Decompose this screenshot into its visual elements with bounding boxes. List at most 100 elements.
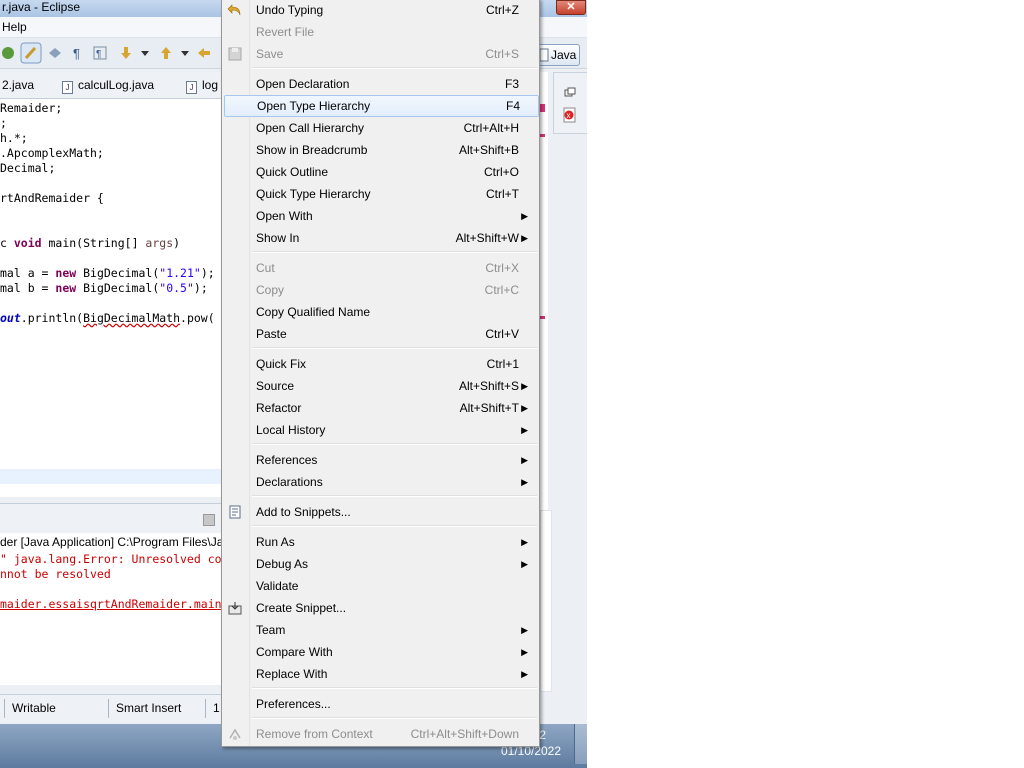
submenu-arrow-icon: ▶ <box>521 233 528 243</box>
menu-item-validate[interactable]: Validate <box>224 575 537 597</box>
console-output[interactable]: der [Java Application] C:\Program Files\… <box>0 533 224 685</box>
code-line: .ApcomplexMath; <box>0 146 104 160</box>
menu-item-cut[interactable]: Cut Ctrl+X <box>224 257 537 279</box>
editor-tab[interactable]: Jlog <box>186 78 218 94</box>
menu-item-open-with[interactable]: Open With ▶ <box>224 205 537 227</box>
menu-item-quick-outline[interactable]: Quick Outline Ctrl+O <box>224 161 537 183</box>
menu-item-compare-with[interactable]: Compare With ▶ <box>224 641 537 663</box>
console-process-label: der [Java Application] C:\Program Files\… <box>0 535 224 549</box>
console-scrollbar[interactable] <box>540 510 552 692</box>
menu-item-copy-qualified-name[interactable]: Copy Qualified Name <box>224 301 537 323</box>
menu-item-save[interactable]: Save Ctrl+S <box>224 43 537 65</box>
console-stacktrace-link[interactable]: maider.essaisqrtAndRemaider.main <box>0 597 222 611</box>
menu-item-replace-with[interactable]: Replace With ▶ <box>224 663 537 685</box>
menu-item-add-to-snippets[interactable]: Add to Snippets... <box>224 501 537 523</box>
submenu-arrow-icon: ▶ <box>521 625 528 635</box>
java-file-icon: J <box>186 81 197 94</box>
submenu-arrow-icon: ▶ <box>521 559 528 569</box>
menu-item-local-history[interactable]: Local History ▶ <box>224 419 537 441</box>
menu-item-create-snippet[interactable]: Create Snippet... <box>224 597 537 619</box>
whitespace-icon[interactable]: ¶ <box>70 45 86 61</box>
window-close-button[interactable]: ✕ <box>556 0 586 15</box>
restore-icon[interactable] <box>564 87 576 97</box>
menu-item-open-type-hierarchy[interactable]: Open Type Hierarchy F4 <box>224 95 539 117</box>
error-marker[interactable] <box>540 104 545 112</box>
run-config-icon[interactable] <box>0 45 16 61</box>
menu-item-open-call-hierarchy[interactable]: Open Call Hierarchy Ctrl+Alt+H <box>224 117 537 139</box>
problems-view-icon[interactable]: x <box>562 107 578 123</box>
java-perspective-label: Java <box>551 48 577 62</box>
undo-icon <box>227 4 241 16</box>
menu-item-preferences[interactable]: Preferences... <box>224 693 537 715</box>
menu-item-run-as[interactable]: Run As ▶ <box>224 531 537 553</box>
console-line: " java.lang.Error: Unresolved co <box>0 552 222 566</box>
code-line: Decimal; <box>0 161 56 175</box>
menu-item-source[interactable]: Source Alt+Shift+S ▶ <box>224 375 537 397</box>
console-line: nnot be resolved <box>0 567 111 581</box>
submenu-arrow-icon: ▶ <box>521 425 528 435</box>
menu-item-team[interactable]: Team ▶ <box>224 619 537 641</box>
mark-occurrences-icon[interactable] <box>20 42 42 64</box>
console-stop-icon[interactable] <box>203 514 215 526</box>
show-desktop-button[interactable] <box>574 724 587 764</box>
chevron-down-icon[interactable] <box>180 45 190 61</box>
menu-item-quick-fix[interactable]: Quick Fix Ctrl+1 <box>224 353 537 375</box>
submenu-arrow-icon: ▶ <box>521 381 528 391</box>
code-line: out.println(BigDecimalMath.pow( <box>0 311 215 325</box>
window-title: r.java - Eclipse <box>2 0 81 14</box>
java-perspective-button[interactable]: Java <box>536 44 580 66</box>
submenu-arrow-icon: ▶ <box>521 477 528 487</box>
svg-text:x: x <box>567 111 571 120</box>
previous-annotation-icon[interactable] <box>158 45 174 61</box>
menu-item-references[interactable]: References ▶ <box>224 449 537 471</box>
menu-item-revert-file[interactable]: Revert File <box>224 21 537 43</box>
code-line: c void main(String[] args) <box>0 236 181 250</box>
submenu-arrow-icon: ▶ <box>521 455 528 465</box>
submenu-arrow-icon: ▶ <box>521 647 528 657</box>
error-marker[interactable] <box>540 316 545 319</box>
next-annotation-icon[interactable] <box>118 45 134 61</box>
snippet-add-icon <box>229 505 241 519</box>
menu-item-declarations[interactable]: Declarations ▶ <box>224 471 537 493</box>
editor-tab-label: log <box>202 78 219 92</box>
svg-text:¶: ¶ <box>96 49 101 60</box>
code-line: mal a = new BigDecimal("1.21"); <box>0 266 215 280</box>
chevron-down-icon[interactable] <box>140 45 150 61</box>
menu-item-debug-as[interactable]: Debug As ▶ <box>224 553 537 575</box>
menu-help[interactable]: Help <box>2 20 27 34</box>
code-line: Remaider; <box>0 101 63 115</box>
overview-ruler <box>540 72 548 512</box>
show-whitespace-icon[interactable]: ¶ <box>92 45 108 61</box>
menu-item-show-in[interactable]: Show In Alt+Shift+W ▶ <box>224 227 537 249</box>
svg-text:¶: ¶ <box>73 46 80 61</box>
block-selection-icon[interactable] <box>47 45 63 61</box>
console-header <box>0 503 222 534</box>
menu-item-refactor[interactable]: Refactor Alt+Shift+T ▶ <box>224 397 537 419</box>
submenu-arrow-icon: ▶ <box>521 537 528 547</box>
editor-context-menu: Undo Typing Ctrl+Z Revert File Save Ctrl+S… <box>221 0 540 747</box>
editor-tab-bar: 2.java JcalculLog.java Jlog <box>0 72 222 99</box>
menu-item-quick-type-hierarchy[interactable]: Quick Type Hierarchy Ctrl+T <box>224 183 537 205</box>
status-position: 1 <box>213 701 220 715</box>
code-line: rtAndRemaider { <box>0 191 104 205</box>
code-editor[interactable]: Remaider; ; h.*; .ApcomplexMath; Decimal… <box>0 99 222 497</box>
editor-tab[interactable]: 2.java <box>2 78 34 92</box>
submenu-arrow-icon: ▶ <box>521 669 528 679</box>
menu-item-copy[interactable]: Copy Ctrl+C <box>224 279 537 301</box>
save-icon <box>228 47 242 61</box>
back-icon[interactable] <box>196 45 212 61</box>
context-remove-icon <box>229 728 241 740</box>
submenu-arrow-icon: ▶ <box>521 211 528 221</box>
submenu-arrow-icon: ▶ <box>521 403 528 413</box>
menu-item-open-declaration[interactable]: Open Declaration F3 <box>224 73 537 95</box>
editor-tab-label: 2.java <box>2 78 35 92</box>
menu-item-remove-from-context[interactable]: Remove from Context Ctrl+Alt+Shift+Down <box>224 723 537 745</box>
error-marker[interactable] <box>540 134 545 137</box>
minimized-views-panel: x <box>553 72 587 134</box>
menu-item-show-in-breadcrumb[interactable]: Show in Breadcrumb Alt+Shift+B <box>224 139 537 161</box>
current-line-highlight <box>0 469 222 484</box>
menu-item-undo-typing[interactable]: Undo Typing Ctrl+Z <box>224 0 537 21</box>
status-bar: Writable Smart Insert 1 <box>0 694 222 722</box>
editor-tab[interactable]: JcalculLog.java <box>62 78 154 94</box>
menu-item-paste[interactable]: Paste Ctrl+V <box>224 323 537 345</box>
